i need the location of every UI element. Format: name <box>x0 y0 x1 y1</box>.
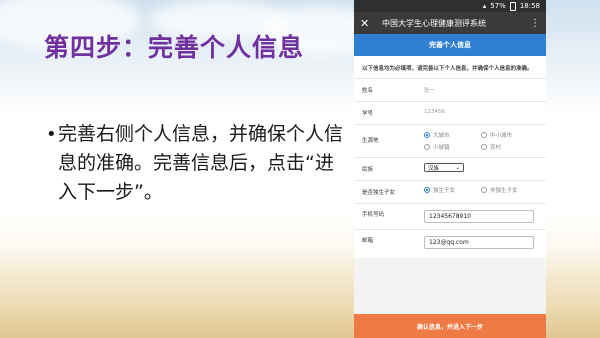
chevron-down-icon: ⌄ <box>455 164 460 171</box>
page-banner: 完善个人信息 <box>354 34 546 56</box>
battery-icon <box>509 1 516 11</box>
slide-title: 第四步：完善个人信息 <box>44 33 305 62</box>
ethnicity-select[interactable]: 汉族 ⌄ <box>424 163 464 172</box>
ethnicity-label: 民族 <box>362 167 374 173</box>
radio-selected-icon <box>424 132 430 138</box>
clock: 18:58 <box>519 2 540 10</box>
confirm-next-button[interactable]: 确认信息，并进入下一步 <box>354 314 546 338</box>
app-title: 中国大学生心理健康测评系统 <box>382 18 486 28</box>
profile-form: 姓名 张一 学号 123456 生源地 大城市 中小城市 小城镇 农村 民族 汉… <box>354 78 546 258</box>
phone-number-row: 手机号码 12345678910 <box>354 203 546 229</box>
origin-radio-group: 大城市 中小城市 小城镇 农村 <box>424 131 538 151</box>
origin-row: 生源地 大城市 中小城市 小城镇 农村 <box>354 124 546 157</box>
required-notice: 以下信息均为必填项，请完善以下个人信息，并确保个人信息的准确。 <box>354 56 546 78</box>
more-options-icon[interactable]: ⋮ <box>530 18 540 29</box>
radio-icon <box>424 144 430 150</box>
phone-screenshot: ▴ 57% 18:58 ✕ 中国大学生心理健康测评系统 ⋮ 完善个人信息 以下信… <box>354 0 546 338</box>
phone-number-label: 手机号码 <box>362 212 385 218</box>
only-child-option-yes[interactable]: 独生子女 <box>424 186 481 194</box>
only-child-radio-group: 独生子女 非独生子女 <box>424 186 538 194</box>
close-icon[interactable]: ✕ <box>360 17 382 30</box>
bullet-text: 完善右侧个人信息，并确保个人信息的准确。完善信息后，点击“进入下一步”。 <box>58 123 344 203</box>
bullet-point: • 完善右侧个人信息，并确保个人信息的准确。完善信息后，点击“进入下一步”。 <box>46 120 346 207</box>
student-id-label: 学号 <box>362 111 374 117</box>
only-child-option-no[interactable]: 非独生子女 <box>481 186 538 194</box>
origin-option-town[interactable]: 小城镇 <box>424 143 481 151</box>
signal-icon: ▴ <box>482 2 487 10</box>
bullet-symbol: • <box>46 124 57 145</box>
origin-option-mid-city[interactable]: 中小城市 <box>481 131 538 139</box>
origin-option-rural[interactable]: 农村 <box>481 143 538 151</box>
radio-icon <box>481 187 487 193</box>
email-row: 邮箱 123@qq.com <box>354 229 546 258</box>
origin-label: 生源地 <box>362 138 379 144</box>
radio-selected-icon <box>424 187 430 193</box>
email-label: 邮箱 <box>362 238 374 244</box>
student-id-value: 123456 <box>424 109 445 115</box>
radio-icon <box>481 144 487 150</box>
app-bar: ✕ 中国大学生心理健康测评系统 ⋮ <box>354 12 546 34</box>
name-label: 姓名 <box>362 88 374 94</box>
email-input[interactable]: 123@qq.com <box>424 236 534 249</box>
student-id-row: 学号 123456 <box>354 101 546 124</box>
phone-number-input[interactable]: 12345678910 <box>424 210 534 223</box>
only-child-label: 是否独生子女 <box>362 190 396 196</box>
name-value: 张一 <box>424 88 436 94</box>
ethnicity-row: 民族 汉族 ⌄ <box>354 157 546 180</box>
status-bar: ▴ 57% 18:58 <box>354 0 546 12</box>
name-row: 姓名 张一 <box>354 78 546 101</box>
radio-icon <box>481 132 487 138</box>
ethnicity-selected-value: 汉族 <box>428 165 440 172</box>
battery-percent: 57% <box>490 2 506 10</box>
only-child-row: 是否独生子女 独生子女 非独生子女 <box>354 180 546 203</box>
origin-option-big-city[interactable]: 大城市 <box>424 131 481 139</box>
